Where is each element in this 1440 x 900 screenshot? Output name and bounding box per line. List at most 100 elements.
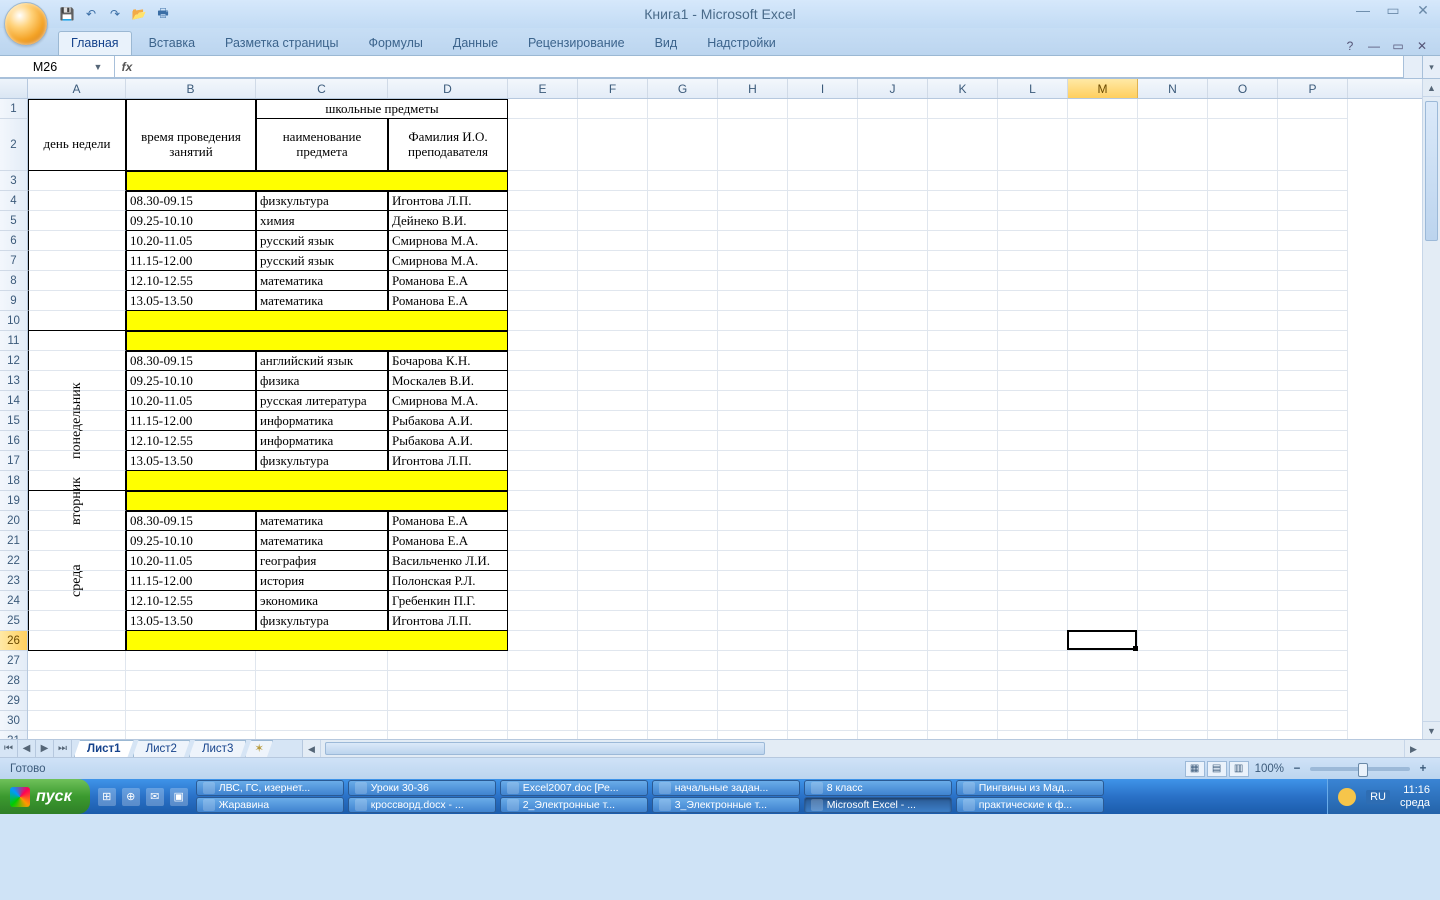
cell[interactable] [578,691,648,711]
cell[interactable] [1138,271,1208,291]
cell[interactable] [1278,511,1348,531]
cell[interactable] [1138,491,1208,511]
tab-review[interactable]: Рецензирование [515,31,638,55]
cell[interactable] [858,431,928,451]
cell[interactable]: Романова Е.А [388,511,508,531]
cell[interactable] [648,371,718,391]
cell[interactable] [788,651,858,671]
cell[interactable] [1278,191,1348,211]
cell[interactable] [388,731,508,739]
cell[interactable] [1208,271,1278,291]
cell[interactable]: Рыбакова А.И. [388,411,508,431]
cell[interactable] [718,211,788,231]
horizontal-scrollbar[interactable]: ◀ ▶ [302,740,1440,757]
cell[interactable] [1138,731,1208,739]
cell[interactable] [998,99,1068,119]
cell[interactable] [858,331,928,351]
cell[interactable] [508,191,578,211]
row-header[interactable]: 1 [0,99,27,119]
row-header[interactable]: 13 [0,371,27,391]
cell[interactable]: 12.10-12.55 [126,591,256,611]
cell[interactable] [1208,311,1278,331]
tab-page-layout[interactable]: Разметка страницы [212,31,351,55]
cell[interactable] [126,331,508,351]
col-header[interactable]: B [126,79,256,98]
cell[interactable] [1278,391,1348,411]
cell[interactable] [1208,99,1278,119]
cell[interactable] [858,571,928,591]
col-header[interactable]: M [1068,79,1138,98]
cell[interactable] [578,711,648,731]
cell[interactable]: 08.30-09.15 [126,191,256,211]
sheet-tab[interactable]: Лист2 [133,740,190,757]
cell[interactable] [648,231,718,251]
cell[interactable] [1278,119,1348,171]
zoom-in-button[interactable]: + [1416,763,1430,775]
cell[interactable] [508,431,578,451]
cell[interactable] [858,271,928,291]
col-header[interactable]: G [648,79,718,98]
cell[interactable] [928,411,998,431]
cell[interactable] [578,351,648,371]
cell[interactable] [1138,511,1208,531]
cell[interactable] [508,119,578,171]
cell[interactable]: география [256,551,388,571]
maximize-button[interactable]: ▭ [1382,2,1404,20]
cell[interactable] [788,571,858,591]
cell[interactable] [1138,351,1208,371]
cell[interactable] [1278,431,1348,451]
cell[interactable] [1068,591,1138,611]
cell[interactable] [578,231,648,251]
cell[interactable] [1068,231,1138,251]
cell[interactable]: математика [256,511,388,531]
cell[interactable] [1068,571,1138,591]
cell[interactable] [1208,251,1278,271]
cell[interactable] [1068,211,1138,231]
cell[interactable]: 10.20-11.05 [126,391,256,411]
cell[interactable] [1208,211,1278,231]
cell[interactable] [1068,291,1138,311]
row-header[interactable]: 20 [0,511,27,531]
cell[interactable] [1278,571,1348,591]
cell[interactable]: Полонская Р.Л. [388,571,508,591]
cell[interactable] [648,571,718,591]
cell[interactable] [1138,371,1208,391]
cell[interactable] [788,231,858,251]
row-header[interactable]: 23 [0,571,27,591]
cell[interactable]: 11.15-12.00 [126,411,256,431]
taskbar-button[interactable]: кроссворд.docx - ... [348,797,496,813]
cell[interactable] [648,531,718,551]
cell[interactable] [508,711,578,731]
cell[interactable] [1208,691,1278,711]
sheet-tab[interactable]: Лист3 [189,740,246,757]
cell[interactable] [1208,651,1278,671]
cell[interactable] [648,99,718,119]
cell[interactable] [388,711,508,731]
cell[interactable] [1278,451,1348,471]
tab-addins[interactable]: Надстройки [694,31,789,55]
cell[interactable] [648,731,718,739]
cell[interactable] [1278,411,1348,431]
cell[interactable] [1138,571,1208,591]
cell[interactable] [788,471,858,491]
cell[interactable] [928,451,998,471]
cell[interactable] [648,411,718,431]
taskbar-button[interactable]: 2_Электронные т... [500,797,648,813]
cell[interactable] [998,171,1068,191]
cell[interactable] [508,211,578,231]
cell[interactable] [858,291,928,311]
cell[interactable] [998,711,1068,731]
col-header[interactable]: I [788,79,858,98]
cell[interactable] [648,631,718,651]
ribbon-minimize-button[interactable]: ― [1366,39,1382,55]
tray-clock[interactable]: 11:16 среда [1400,784,1430,808]
cell[interactable] [508,291,578,311]
cell[interactable]: информатика [256,431,388,451]
cell[interactable]: Рыбакова А.И. [388,431,508,451]
cell[interactable] [718,491,788,511]
cell[interactable] [578,311,648,331]
cell[interactable] [998,251,1068,271]
cell[interactable] [578,471,648,491]
horizontal-scroll-thumb[interactable] [325,742,765,755]
cell[interactable] [998,211,1068,231]
